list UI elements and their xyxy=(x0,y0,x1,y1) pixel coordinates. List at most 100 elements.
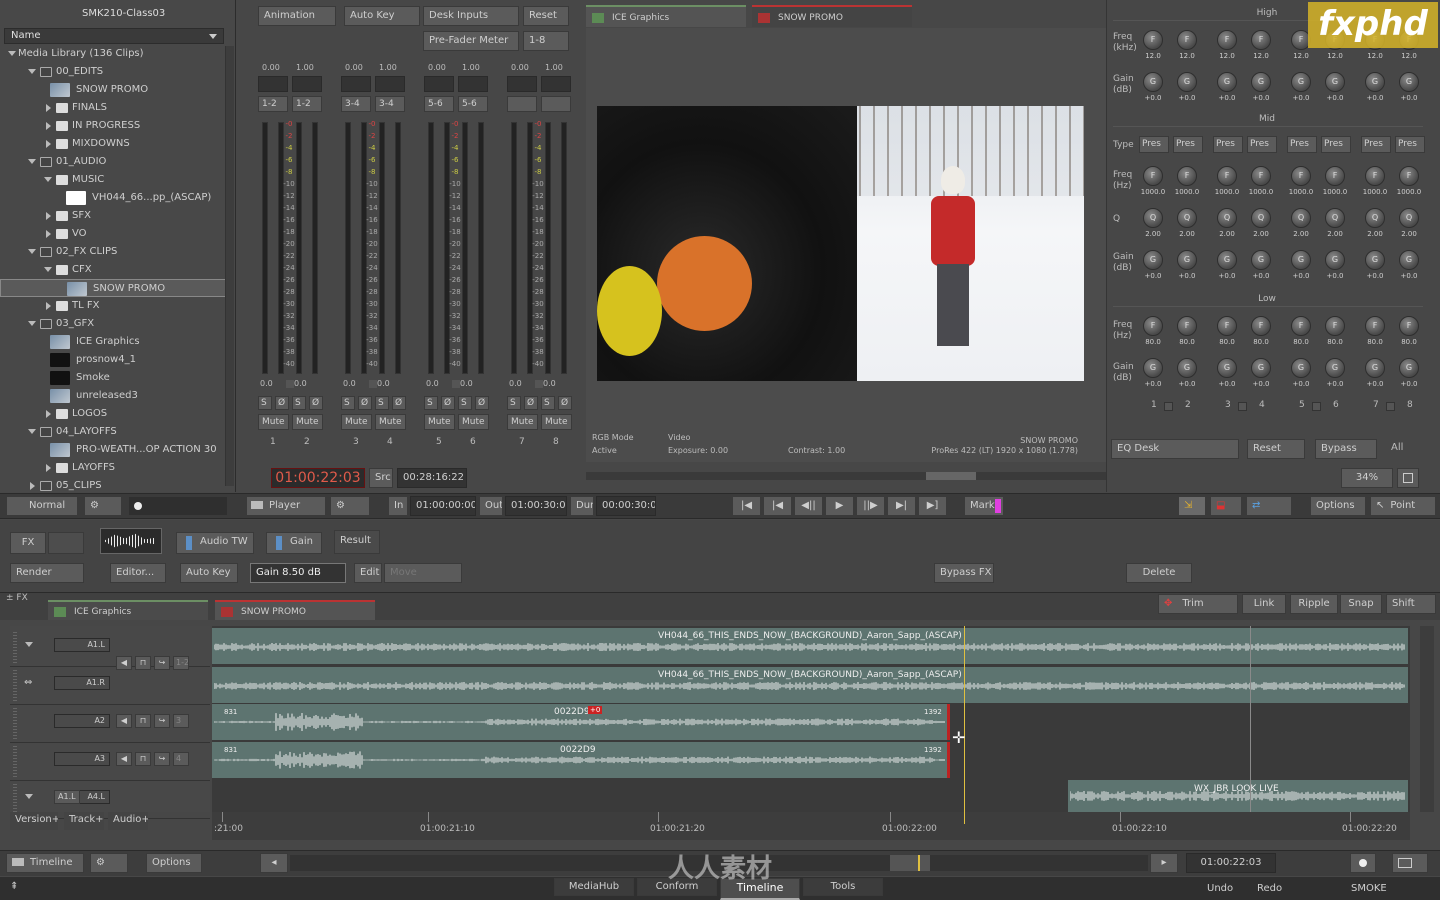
render-dropdown[interactable]: Render xyxy=(10,563,84,583)
eq-bypass-button[interactable]: Bypass xyxy=(1315,439,1377,459)
library-item[interactable]: 02_FX CLIPS xyxy=(0,243,230,261)
mid-freq-knob[interactable]: F xyxy=(1217,166,1237,186)
eq-preset-dropdown[interactable]: Pres xyxy=(1321,136,1351,153)
collapsed-icon[interactable] xyxy=(46,464,51,472)
track-name-field[interactable]: A1.R xyxy=(54,676,110,690)
input-field[interactable] xyxy=(541,76,571,92)
name-column-header[interactable]: Name xyxy=(4,28,224,44)
expand-icon[interactable] xyxy=(28,159,36,164)
fx-toggle-button[interactable] xyxy=(48,532,84,554)
track-lock-button[interactable]: ⊓ xyxy=(135,714,151,728)
library-item[interactable]: 03_GFX xyxy=(0,315,230,333)
input-field[interactable] xyxy=(258,76,288,92)
mid-freq-knob[interactable]: F xyxy=(1399,166,1419,186)
mid-gain-knob[interactable]: G xyxy=(1217,250,1237,270)
library-item[interactable]: 01_AUDIO xyxy=(0,153,230,171)
footer-tab-mediahub[interactable]: MediaHub xyxy=(554,878,634,896)
link-toggle[interactable] xyxy=(535,380,543,388)
mark-button[interactable]: Mark xyxy=(964,496,1004,516)
mid-q-knob[interactable]: Q xyxy=(1251,208,1271,228)
low-freq-knob[interactable]: F xyxy=(1177,316,1197,336)
link-tracks-icon[interactable]: ⇔ xyxy=(24,677,32,688)
phase-button[interactable]: Ø xyxy=(475,396,489,410)
phase-button[interactable]: Ø xyxy=(558,396,572,410)
gain-node[interactable]: Gain xyxy=(266,532,322,554)
track-sync-button[interactable]: ↪ xyxy=(154,656,170,670)
high-gain-knob[interactable]: G xyxy=(1399,72,1419,92)
mid-freq-knob[interactable]: F xyxy=(1143,166,1163,186)
positioner[interactable] xyxy=(964,626,965,812)
timeline-view-dropdown[interactable]: Timeline xyxy=(6,853,84,873)
viewer-tab-ice-graphics[interactable]: ICE Graphics xyxy=(586,5,746,27)
ripple-button[interactable]: Ripple xyxy=(1290,594,1338,614)
high-gain-knob[interactable]: G xyxy=(1217,72,1237,92)
library-item[interactable]: CFX xyxy=(0,261,230,279)
fx-collapse-label[interactable]: ± FX xyxy=(6,593,28,603)
record-timecode[interactable]: 01:00:22:03 xyxy=(271,468,365,488)
track-patch-button[interactable]: 1-2 xyxy=(173,656,189,670)
bypass-fx-button[interactable]: Bypass FX xyxy=(934,563,994,583)
mid-gain-knob[interactable]: G xyxy=(1325,250,1345,270)
in-timecode[interactable]: 01:00:00:00 xyxy=(410,496,476,516)
low-freq-knob[interactable]: F xyxy=(1291,316,1311,336)
dot-button[interactable] xyxy=(128,496,228,516)
track-speaker-button[interactable]: ◀ xyxy=(116,714,132,728)
library-item[interactable]: unreleased3 xyxy=(0,387,230,405)
high-gain-knob[interactable]: G xyxy=(1325,72,1345,92)
expand-icon[interactable] xyxy=(25,642,33,647)
route-dropdown[interactable]: 5-6 xyxy=(424,96,454,112)
solo-button[interactable]: S xyxy=(292,396,306,410)
mid-gain-knob[interactable]: G xyxy=(1177,250,1197,270)
scroll-left-button[interactable]: ◂ xyxy=(260,853,288,873)
mid-freq-knob[interactable]: F xyxy=(1251,166,1271,186)
route-dropdown[interactable]: 3-4 xyxy=(375,96,405,112)
library-item[interactable]: VH044_66...pp_(ASCAP) xyxy=(0,189,230,207)
track-patch-button[interactable]: 4 xyxy=(173,752,189,766)
library-item[interactable]: MIXDOWNS xyxy=(0,135,230,153)
eq-link-toggle[interactable] xyxy=(1238,402,1247,411)
mid-q-knob[interactable]: Q xyxy=(1399,208,1419,228)
library-item[interactable]: LAYOFFS xyxy=(0,459,230,477)
mid-freq-knob[interactable]: F xyxy=(1365,166,1385,186)
timeline-vscroll[interactable] xyxy=(1420,626,1434,812)
eq-preset-dropdown[interactable]: Pres xyxy=(1213,136,1243,153)
fit-view-button[interactable] xyxy=(1397,468,1419,488)
expand-icon[interactable] xyxy=(25,794,33,799)
collapsed-icon[interactable] xyxy=(46,410,51,418)
solo-button[interactable]: S xyxy=(541,396,555,410)
route-dropdown[interactable] xyxy=(541,96,571,112)
pre-fader-meter-dropdown[interactable]: Pre-Fader Meter xyxy=(423,31,519,51)
route-dropdown[interactable]: 1-2 xyxy=(292,96,322,112)
solo-button[interactable]: S xyxy=(258,396,272,410)
phase-button[interactable]: Ø xyxy=(392,396,406,410)
scroll-thumb[interactable] xyxy=(890,855,930,871)
version-plus-button[interactable]: Version+ xyxy=(10,812,58,830)
audio-tw-node[interactable]: Audio TW xyxy=(176,532,254,554)
library-item[interactable]: Smoke xyxy=(0,369,230,387)
audio-plus-button[interactable]: Audio+ xyxy=(108,812,148,830)
library-item[interactable]: 04_LAYOFFS xyxy=(0,423,230,441)
track-drag-handle[interactable] xyxy=(13,708,17,740)
library-root[interactable]: Media Library (136 Clips) xyxy=(0,45,230,63)
solo-button[interactable]: S xyxy=(424,396,438,410)
eq-preset-dropdown[interactable]: Pres xyxy=(1173,136,1203,153)
low-gain-knob[interactable]: G xyxy=(1177,358,1197,378)
route-dropdown[interactable]: 3-4 xyxy=(341,96,371,112)
track-name-field[interactable]: A1.L xyxy=(54,638,110,652)
library-item[interactable]: IN PROGRESS xyxy=(0,117,230,135)
high-freq-knob[interactable]: F xyxy=(1217,30,1237,50)
transport-button[interactable]: ||▶ xyxy=(856,496,885,516)
track-sync-button[interactable]: ↪ xyxy=(154,752,170,766)
track-name-field[interactable]: A3 xyxy=(54,752,110,766)
delete-button[interactable]: Delete xyxy=(1126,563,1192,583)
viewer-tab-snow-promo[interactable]: SNOW PROMO xyxy=(752,5,912,27)
library-item[interactable]: PRO-WEATH...OP ACTION 30 xyxy=(0,441,230,459)
library-item[interactable]: FINALS xyxy=(0,99,230,117)
timeline-tab-snow-promo[interactable]: SNOW PROMO xyxy=(215,600,375,620)
collapse-icon[interactable]: ⇞ xyxy=(10,881,18,892)
phase-button[interactable]: Ø xyxy=(524,396,538,410)
mid-gain-knob[interactable]: G xyxy=(1291,250,1311,270)
solo-button[interactable]: S xyxy=(341,396,355,410)
collapsed-icon[interactable] xyxy=(46,140,51,148)
link-toggle[interactable] xyxy=(452,380,460,388)
